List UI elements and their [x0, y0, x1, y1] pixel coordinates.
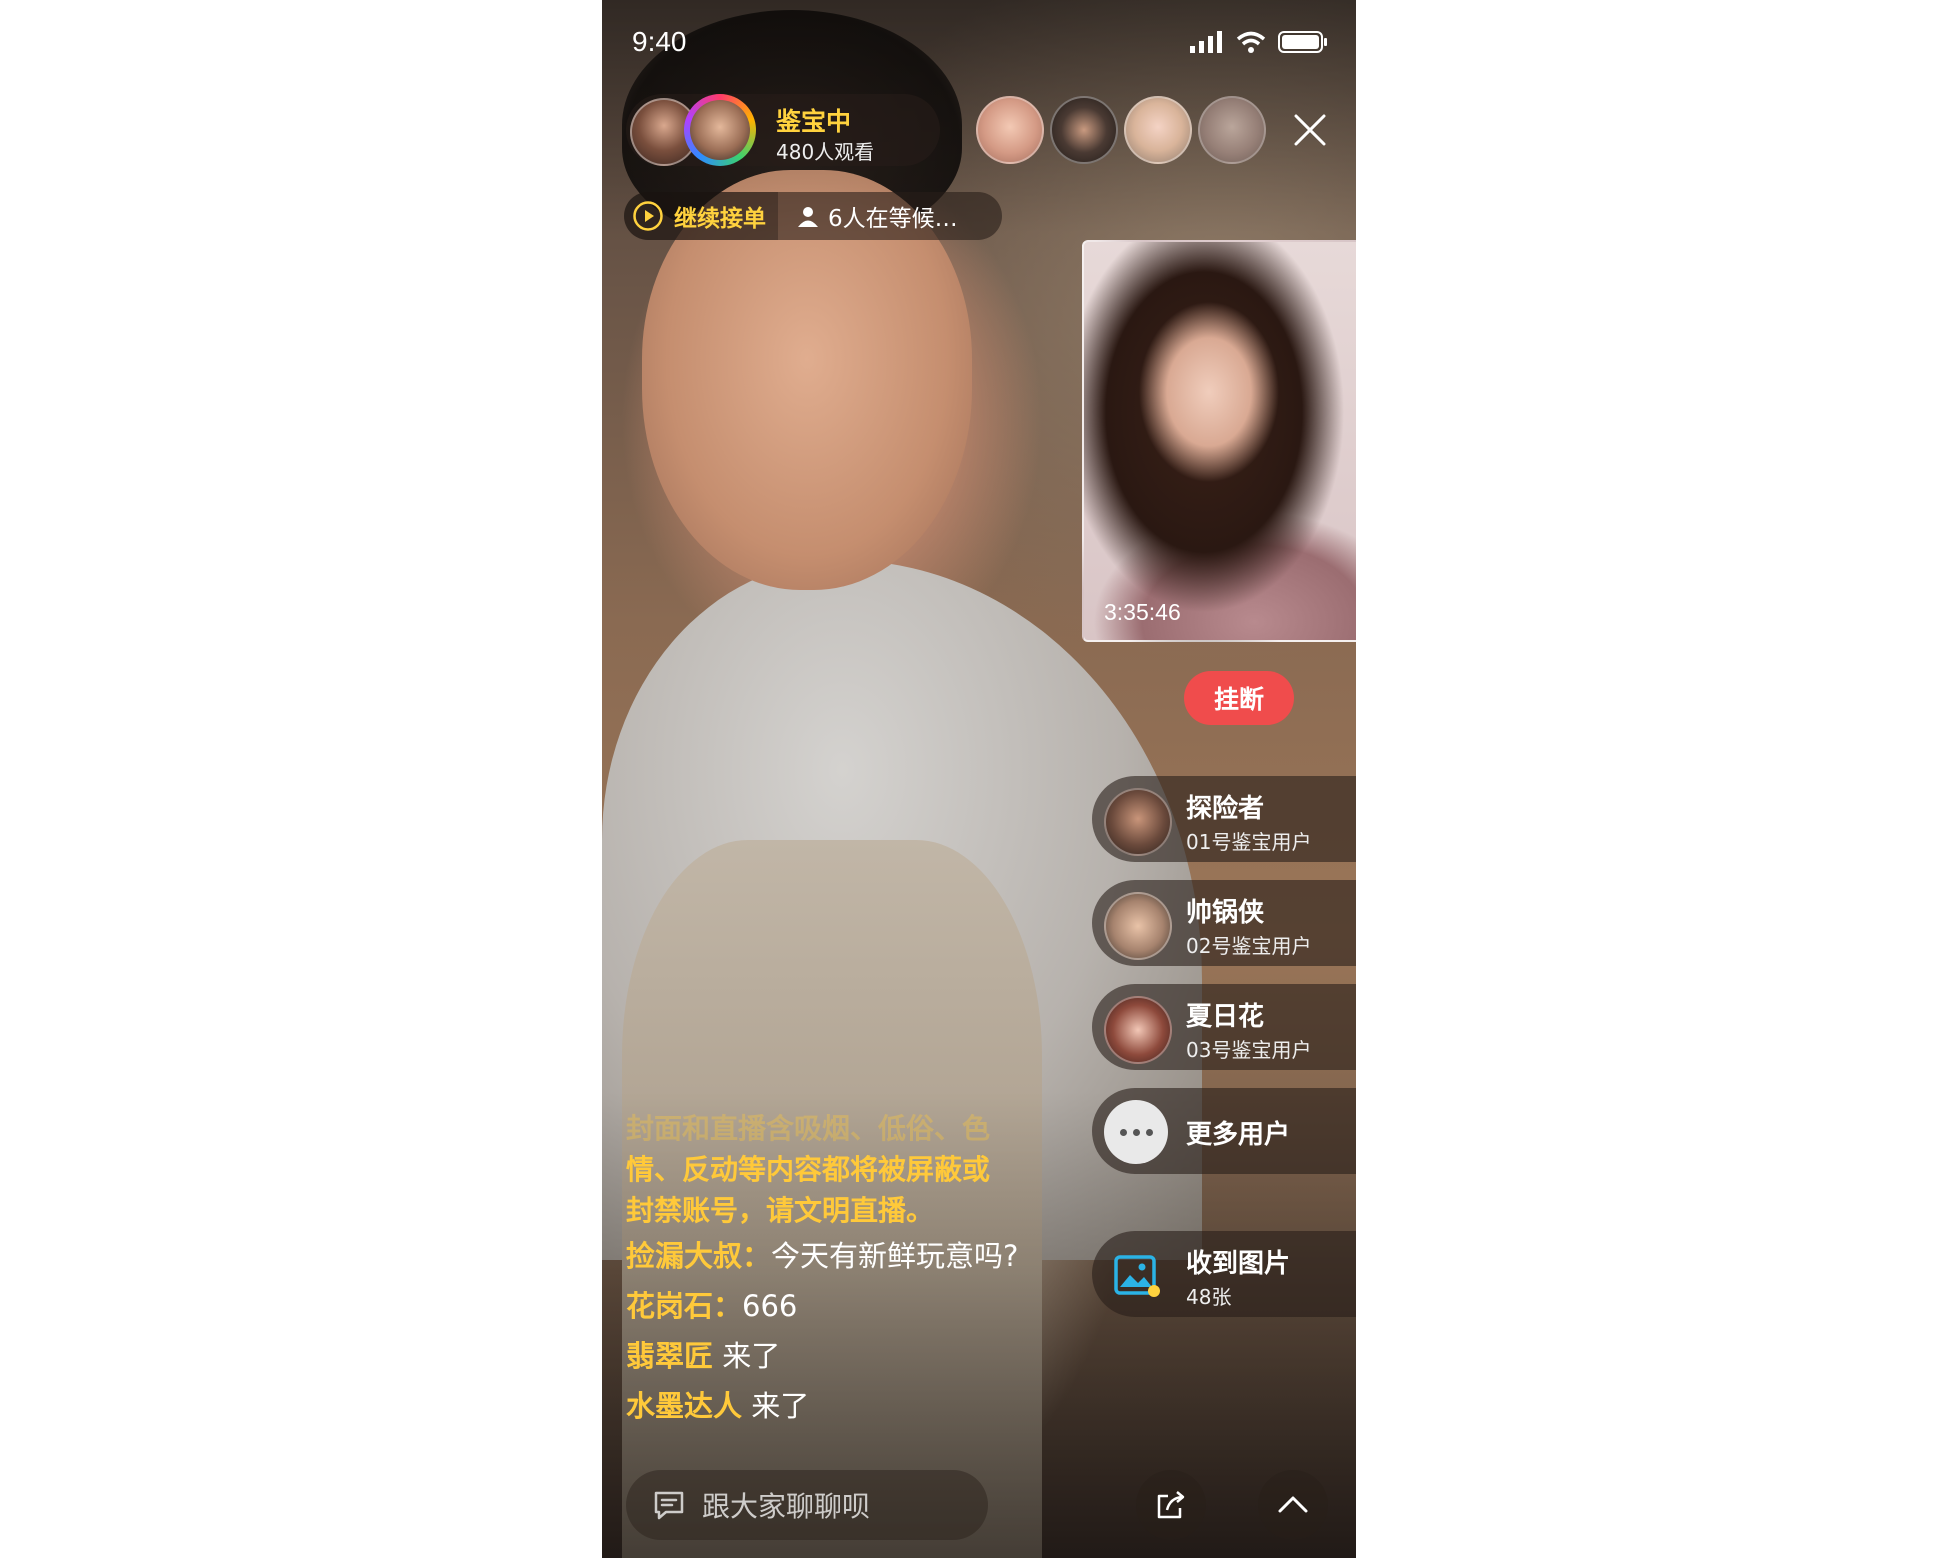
chat-text: 来了: [742, 1389, 810, 1423]
chat-feed: 封面和直播含吸烟、低俗、色 情、反动等内容都将被屏蔽或 封禁账号，请文明直播。 …: [626, 1108, 1086, 1431]
received-images-count: 48张: [1186, 1285, 1232, 1309]
guest-video-window[interactable]: 3:35:46: [1082, 240, 1356, 642]
user-avatar: [1104, 996, 1172, 1064]
play-icon: [633, 201, 663, 231]
more-users-button[interactable]: 更多用户: [1092, 1088, 1356, 1174]
chat-text: 666: [742, 1289, 798, 1323]
collapse-button[interactable]: [1258, 1470, 1328, 1540]
chat-username[interactable]: 翡翠匠: [626, 1339, 713, 1373]
share-icon: [1157, 1491, 1185, 1519]
viewer-avatar[interactable]: [1050, 96, 1118, 164]
status-icons: [1190, 30, 1328, 54]
user-subtitle: 03号鉴宝用户: [1186, 1038, 1312, 1062]
signal-icon: [1190, 31, 1222, 53]
chat-message: 花岗石：666: [626, 1281, 1086, 1331]
chat-message: 翡翠匠 来了: [626, 1331, 1086, 1381]
user-item[interactable]: 帅锅侠 02号鉴宝用户: [1092, 880, 1356, 966]
viewer-avatars: [976, 96, 1266, 164]
received-images-button[interactable]: 收到图片 48张: [1092, 1231, 1356, 1317]
share-button[interactable]: [1136, 1470, 1206, 1540]
continue-orders-label: 继续接单: [674, 206, 766, 232]
received-images-label: 收到图片: [1186, 1249, 1291, 1279]
chat-input[interactable]: 跟大家聊聊呗: [626, 1470, 988, 1540]
battery-icon: [1278, 31, 1327, 53]
wifi-icon: [1236, 31, 1266, 53]
user-subtitle: 01号鉴宝用户: [1186, 830, 1312, 854]
comment-icon: [654, 1491, 684, 1520]
viewer-avatar[interactable]: [976, 96, 1044, 164]
host-avatar[interactable]: [684, 94, 756, 166]
continue-orders-button[interactable]: 继续接单: [624, 192, 778, 240]
user-item[interactable]: 夏日花 03号鉴宝用户: [1092, 984, 1356, 1070]
user-avatar: [1104, 788, 1172, 856]
hangup-button[interactable]: 挂断: [1184, 671, 1294, 725]
more-icon: [1104, 1100, 1168, 1164]
chat-username[interactable]: 捡漏大叔：: [626, 1239, 771, 1273]
waiting-count: 6人在等候…: [828, 206, 958, 232]
person-icon: [798, 207, 818, 227]
more-users-label: 更多用户: [1186, 1120, 1291, 1150]
chat-placeholder: 跟大家聊聊呗: [702, 1490, 871, 1523]
user-avatar: [1104, 892, 1172, 960]
host-status: 鉴宝中: [776, 107, 852, 136]
system-notice: 封面和直播含吸烟、低俗、色 情、反动等内容都将被屏蔽或 封禁账号，请文明直播。: [626, 1112, 991, 1227]
chat-text: 来了: [713, 1339, 781, 1373]
user-subtitle: 02号鉴宝用户: [1186, 934, 1312, 958]
order-bar: 继续接单 6人在等候…: [624, 192, 1002, 240]
chevron-up-icon: [1278, 1496, 1308, 1513]
user-name: 帅锅侠: [1186, 898, 1265, 928]
chat-username[interactable]: 水墨达人: [626, 1389, 742, 1423]
waiting-queue[interactable]: 6人在等候…: [778, 199, 958, 233]
chat-text: 今天有新鲜玩意吗?: [771, 1239, 1019, 1273]
user-item[interactable]: 探险者 01号鉴宝用户: [1092, 776, 1356, 862]
live-stream-screen: 9:40 鉴宝中 480人观看 继续接单 6人在等候… 3:35:46 挂断 探…: [602, 0, 1356, 1558]
viewer-avatar[interactable]: [1198, 96, 1266, 164]
viewer-avatar[interactable]: [1124, 96, 1192, 164]
close-icon[interactable]: [1292, 112, 1328, 148]
chat-message: 水墨达人 来了: [626, 1381, 1086, 1431]
host-info[interactable]: 鉴宝中 480人观看: [626, 94, 940, 166]
user-name: 探险者: [1186, 794, 1265, 824]
image-icon: [1114, 1255, 1160, 1297]
chat-message: 捡漏大叔：今天有新鲜玩意吗?: [626, 1231, 1086, 1281]
user-name: 夏日花: [1186, 1002, 1265, 1032]
viewer-count: 480人观看: [776, 140, 875, 164]
status-time: 9:40: [632, 26, 687, 57]
call-duration: 3:35:46: [1104, 599, 1181, 625]
chat-username[interactable]: 花岗石：: [626, 1289, 742, 1323]
